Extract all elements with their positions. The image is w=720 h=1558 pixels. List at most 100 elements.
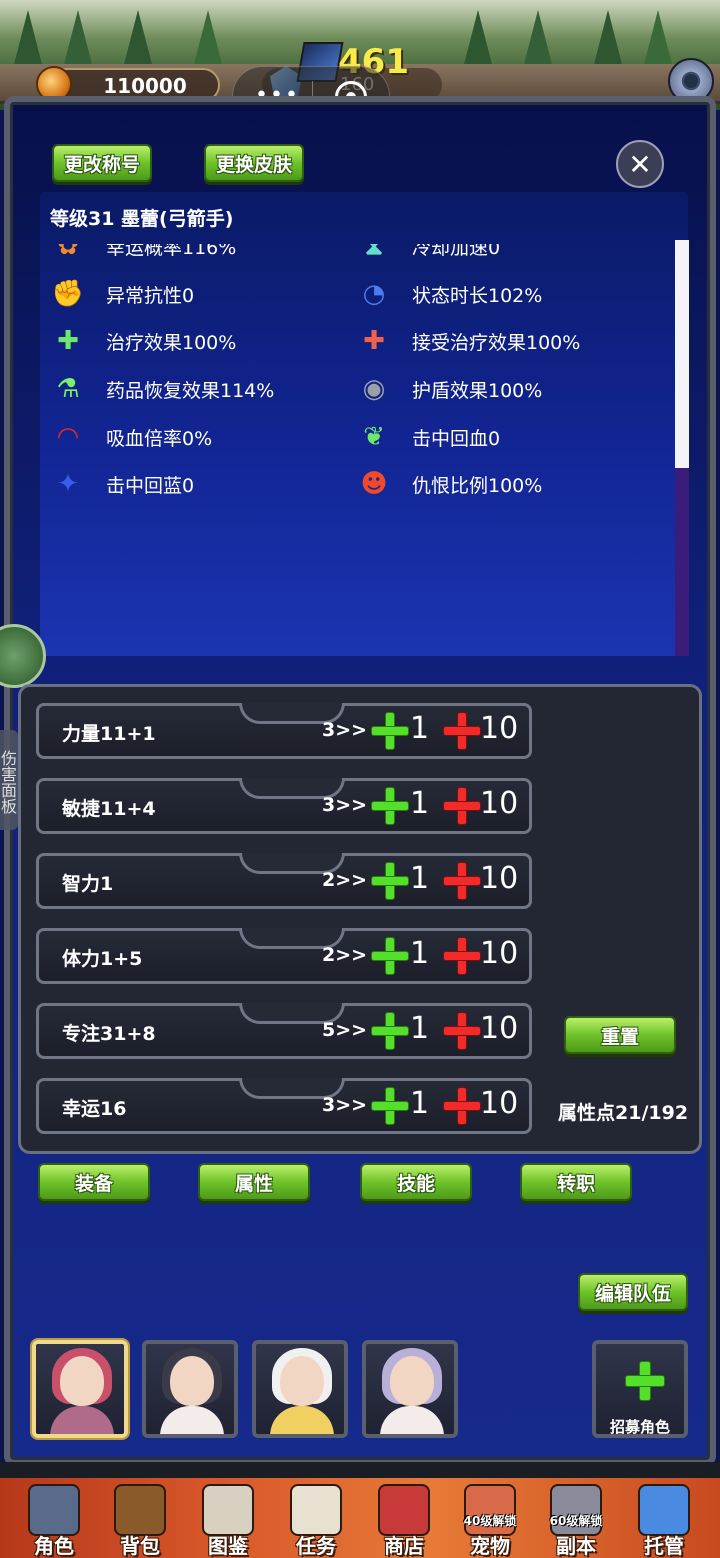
nav-item[interactable]: 托管 bbox=[624, 1484, 704, 1558]
character-level-name: 等级31 墨蕾(弓箭手) bbox=[50, 208, 234, 230]
potion-icon: ⚗ bbox=[56, 374, 80, 404]
shop-icon bbox=[378, 1484, 430, 1536]
attribute-cost: 3>> bbox=[322, 794, 368, 816]
stat-label: 仇恨比例100% bbox=[412, 474, 543, 497]
attribute-name: 专注31+8 bbox=[62, 1023, 156, 1045]
stat-label: 接受治疗效果100% bbox=[412, 331, 581, 354]
add-ten-amount[interactable]: 10 bbox=[480, 936, 518, 971]
add-ten-button[interactable] bbox=[444, 1013, 480, 1049]
stat-label: 吸血倍率0% bbox=[106, 427, 213, 450]
add-one-button[interactable] bbox=[372, 1013, 408, 1049]
stat-label: 护盾效果100% bbox=[412, 379, 543, 402]
stat-label: 药品恢复效果114% bbox=[106, 379, 275, 402]
attribute-cost: 3>> bbox=[322, 719, 368, 741]
helmet-icon bbox=[28, 1484, 80, 1536]
receive-heal-icon: ✚ bbox=[363, 326, 385, 356]
add-one-amount[interactable]: 1 bbox=[410, 1011, 429, 1046]
tab-skills[interactable]: 技能 bbox=[360, 1163, 472, 1201]
add-ten-amount[interactable]: 10 bbox=[480, 711, 518, 746]
nav-label: 副本 bbox=[556, 1534, 596, 1558]
stat-row: ✚ 接受治疗效果100% bbox=[358, 321, 580, 361]
add-one-button[interactable] bbox=[372, 863, 408, 899]
nav-label: 商店 bbox=[384, 1534, 424, 1558]
attribute-name: 敏捷11+4 bbox=[62, 798, 156, 820]
stat-row: ☻ 仇恨比例100% bbox=[358, 464, 542, 504]
attribute-cost: 2>> bbox=[322, 869, 368, 891]
add-one-button[interactable] bbox=[372, 1088, 408, 1124]
stat-row: ✊ 异常抗性0 bbox=[52, 274, 194, 314]
add-ten-amount[interactable]: 10 bbox=[480, 861, 518, 896]
muscle-icon: ✊ bbox=[51, 279, 85, 309]
unlock-level-label: 40级解锁 bbox=[463, 1514, 517, 1528]
add-one-amount[interactable]: 1 bbox=[410, 861, 429, 896]
tab-attributes[interactable]: 属性 bbox=[198, 1163, 310, 1201]
stat-label: 击中回蓝0 bbox=[106, 474, 195, 497]
stat-row: ❦ 击中回血0 bbox=[358, 417, 500, 457]
close-icon[interactable]: ✕ bbox=[616, 140, 664, 188]
shield-icon: ◉ bbox=[362, 374, 386, 404]
tab-job-change[interactable]: 转职 bbox=[520, 1163, 632, 1201]
stat-row: ⚗ 药品恢复效果114% bbox=[52, 369, 274, 409]
nav-item[interactable]: 商店 bbox=[364, 1484, 444, 1558]
nav-label: 任务 bbox=[296, 1534, 336, 1558]
add-one-amount[interactable]: 1 bbox=[410, 936, 429, 971]
add-one-amount[interactable]: 1 bbox=[410, 786, 429, 821]
stat-row: ◠ 吸血倍率0% bbox=[52, 417, 212, 457]
add-one-button[interactable] bbox=[372, 713, 408, 749]
clock-icon: ◔ bbox=[362, 279, 386, 309]
book-icon bbox=[202, 1484, 254, 1536]
heal-cross-icon: ✚ bbox=[57, 326, 79, 356]
add-one-amount[interactable]: 1 bbox=[410, 711, 429, 746]
attribute-points: 属性点21/192 bbox=[558, 1102, 689, 1124]
nav-item[interactable]: 60级解锁副本 bbox=[536, 1484, 616, 1558]
team-member-card[interactable] bbox=[32, 1340, 128, 1438]
nav-item[interactable]: 任务 bbox=[276, 1484, 356, 1558]
unlock-level-label: 60级解锁 bbox=[549, 1514, 603, 1528]
stat-label: 状态时长102% bbox=[412, 284, 543, 307]
stat-row: ◉ 护盾效果100% bbox=[358, 369, 543, 409]
nav-item[interactable]: 40级解锁 宠物 bbox=[450, 1484, 530, 1558]
recruit-character-button[interactable]: 招募角色 bbox=[592, 1340, 688, 1438]
add-one-amount[interactable]: 1 bbox=[410, 1086, 429, 1121]
coin-value: 110000 bbox=[103, 74, 187, 98]
add-ten-amount[interactable]: 10 bbox=[480, 786, 518, 821]
nav-label: 托管 bbox=[644, 1534, 684, 1558]
team-member-card[interactable] bbox=[142, 1340, 238, 1438]
team-member-card[interactable] bbox=[252, 1340, 348, 1438]
change-skin-button[interactable]: 更换皮肤 bbox=[204, 144, 304, 182]
damage-panel-tab[interactable]: 伤害面板 bbox=[0, 730, 18, 830]
team-member-card[interactable] bbox=[362, 1340, 458, 1438]
add-ten-button[interactable] bbox=[444, 938, 480, 974]
add-one-button[interactable] bbox=[372, 788, 408, 824]
nav-item[interactable]: 图鉴 bbox=[188, 1484, 268, 1558]
backpack-icon bbox=[114, 1484, 166, 1536]
change-title-button[interactable]: 更改称号 bbox=[52, 144, 152, 182]
fang-icon: ◠ bbox=[58, 422, 78, 452]
reset-attributes-button[interactable]: 重置 bbox=[564, 1016, 676, 1054]
stat-label: 击中回血0 bbox=[412, 427, 501, 450]
add-ten-button[interactable] bbox=[444, 1088, 480, 1124]
add-ten-button[interactable] bbox=[444, 788, 480, 824]
stat-label: 异常抗性0 bbox=[106, 284, 195, 307]
edit-team-button[interactable]: 编辑队伍 bbox=[578, 1273, 688, 1311]
recruit-label: 招募角色 bbox=[609, 1418, 670, 1436]
add-ten-button[interactable] bbox=[444, 713, 480, 749]
stat-row: ◔ 状态时长102% bbox=[358, 274, 543, 314]
tab-equipment[interactable]: 装备 bbox=[38, 1163, 150, 1201]
attribute-cost: 2>> bbox=[322, 944, 368, 966]
add-ten-amount[interactable]: 10 bbox=[480, 1011, 518, 1046]
nav-label: 角色 bbox=[34, 1534, 74, 1558]
hp-drop-icon: ❦ bbox=[363, 422, 385, 452]
stat-row: ✚ 治疗效果100% bbox=[52, 321, 236, 361]
calendar-icon bbox=[638, 1484, 690, 1536]
nav-item[interactable]: 背包 bbox=[100, 1484, 180, 1558]
attribute-name: 体力1+5 bbox=[62, 948, 143, 970]
add-ten-amount[interactable]: 10 bbox=[480, 1086, 518, 1121]
stats-scrollbar-thumb[interactable] bbox=[675, 240, 689, 468]
nav-item[interactable]: 角色 bbox=[14, 1484, 94, 1558]
add-ten-button[interactable] bbox=[444, 863, 480, 899]
attribute-cost: 5>> bbox=[322, 1019, 368, 1041]
nav-label: 图鉴 bbox=[208, 1534, 248, 1558]
add-one-button[interactable] bbox=[372, 938, 408, 974]
nav-label: 背包 bbox=[120, 1534, 160, 1558]
